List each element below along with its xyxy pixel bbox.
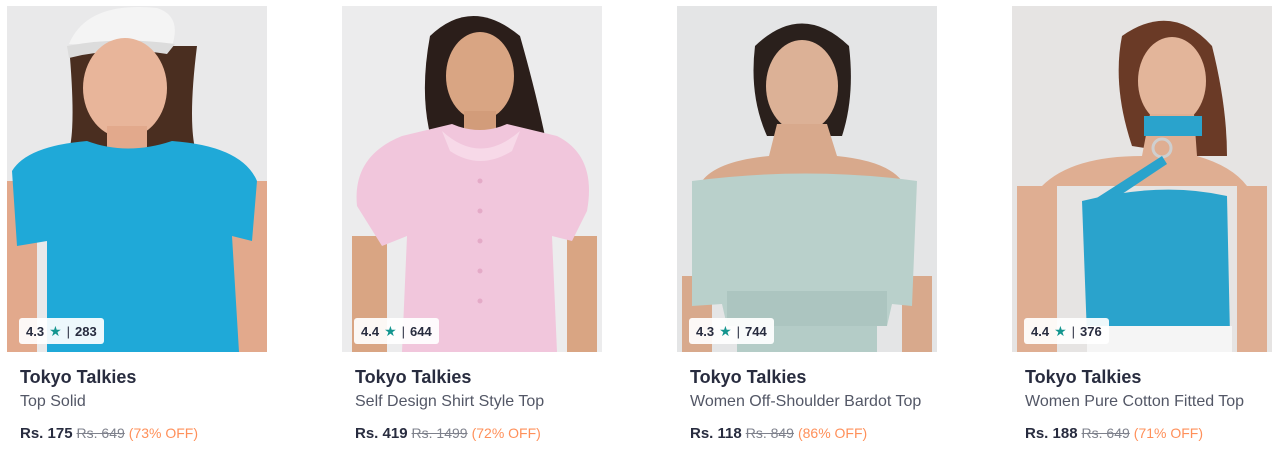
- price-row: Rs. 175 Rs. 649 (73% OFF): [20, 424, 267, 443]
- star-icon: ★: [1054, 323, 1067, 339]
- product-image[interactable]: 4.3 ★ | 744: [677, 6, 937, 352]
- product-price: Rs. 118: [690, 425, 742, 442]
- product-discount: (72% OFF): [471, 425, 541, 441]
- product-card[interactable]: 4.4 ★ | 644 Tokyo Talkies Self Design Sh…: [342, 6, 602, 443]
- product-title: Women Pure Cotton Fitted Top: [1025, 393, 1245, 410]
- product-title: Self Design Shirt Style Top: [355, 393, 545, 410]
- product-title: Top Solid: [20, 393, 86, 410]
- product-price: Rs. 175: [20, 425, 73, 442]
- product-info: Tokyo Talkies Top Solid Rs. 175 Rs. 649 (7…: [7, 366, 267, 443]
- rating-count: 283: [75, 323, 97, 339]
- product-card[interactable]: 4.3 ★ | 283 Tokyo Talkies Top Solid Rs. …: [7, 6, 267, 443]
- price-row: Rs. 419 Rs. 1499 (72% OFF): [355, 424, 602, 443]
- rating-count: 744: [745, 323, 767, 339]
- rating-badge: 4.4 ★ | 376: [1024, 318, 1109, 344]
- rating-divider: |: [736, 323, 741, 339]
- product-brand: Tokyo Talkies: [355, 367, 472, 387]
- product-mrp: Rs. 849: [745, 425, 794, 441]
- rating-value: 4.3: [696, 323, 715, 339]
- star-icon: ★: [384, 323, 397, 339]
- rating-count: 644: [410, 323, 432, 339]
- rating-value: 4.4: [361, 323, 380, 339]
- star-icon: ★: [719, 323, 732, 339]
- product-grid: 4.3 ★ | 283 Tokyo Talkies Top Solid Rs. …: [0, 0, 1280, 456]
- product-title: Women Off-Shoulder Bardot Top: [690, 393, 922, 410]
- rating-divider: |: [1071, 323, 1076, 339]
- product-mrp: Rs. 649: [76, 425, 125, 441]
- product-image[interactable]: 4.4 ★ | 644: [342, 6, 602, 352]
- rating-badge: 4.3 ★ | 744: [689, 318, 774, 344]
- price-row: Rs. 188 Rs. 649 (71% OFF): [1025, 424, 1272, 443]
- product-price: Rs. 188: [1025, 425, 1078, 442]
- rating-value: 4.4: [1031, 323, 1050, 339]
- product-brand: Tokyo Talkies: [690, 367, 807, 387]
- rating-count: 376: [1080, 323, 1102, 339]
- product-card[interactable]: 4.4 ★ | 376 Tokyo Talkies Women Pure Cot…: [1012, 6, 1272, 443]
- product-image[interactable]: 4.3 ★ | 283: [7, 6, 267, 352]
- product-discount: (86% OFF): [797, 425, 868, 441]
- product-info: Tokyo Talkies Women Off-Shoulder Bardot …: [677, 366, 937, 443]
- product-discount: (71% OFF): [1133, 425, 1204, 441]
- product-card[interactable]: 4.3 ★ | 744 Tokyo Talkies Women Off-Shou…: [677, 6, 937, 443]
- rating-badge: 4.3 ★ | 283: [19, 318, 104, 344]
- product-discount: (73% OFF): [128, 425, 199, 441]
- product-brand: Tokyo Talkies: [1025, 367, 1142, 387]
- product-info: Tokyo Talkies Self Design Shirt Style To…: [342, 366, 602, 443]
- product-mrp: Rs. 1499: [411, 425, 468, 441]
- star-icon: ★: [49, 323, 62, 339]
- price-row: Rs. 118 Rs. 849 (86% OFF): [690, 424, 937, 443]
- product-image[interactable]: 4.4 ★ | 376: [1012, 6, 1272, 352]
- rating-value: 4.3: [26, 323, 45, 339]
- product-info: Tokyo Talkies Women Pure Cotton Fitted T…: [1012, 366, 1272, 443]
- product-mrp: Rs. 649: [1081, 425, 1130, 441]
- rating-divider: |: [401, 323, 406, 339]
- product-price: Rs. 419: [355, 425, 408, 442]
- product-brand: Tokyo Talkies: [20, 367, 137, 387]
- rating-divider: |: [66, 323, 71, 339]
- rating-badge: 4.4 ★ | 644: [354, 318, 439, 344]
